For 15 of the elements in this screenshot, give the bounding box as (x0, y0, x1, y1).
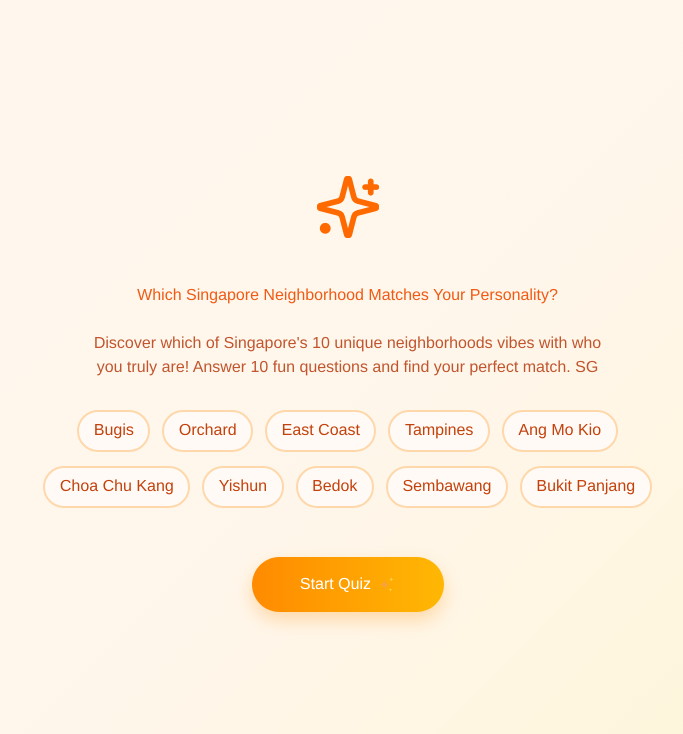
sparkles-icon (377, 576, 396, 594)
neighborhood-tag: Tampines (388, 410, 490, 452)
neighborhood-tag: East Coast (265, 410, 376, 452)
start-quiz-button[interactable]: Start Quiz (252, 557, 444, 612)
quiz-title: Which Singapore Neighborhood Matches Your Personality? (137, 286, 558, 306)
neighborhood-tag: Bukit Panjang (520, 466, 652, 508)
quiz-description: Discover which of Singapore's 10 unique neighborhoods vibes with who you truly are! Answer 10 fun questions and find your perfect match. SG (92, 334, 602, 378)
neighborhood-tag: Ang Mo Kio (502, 410, 618, 452)
neighborhood-tag: Choa Chu Kang (43, 466, 190, 508)
neighborhood-tag: Orchard (162, 410, 254, 452)
neighborhood-tag: Sembawang (386, 466, 508, 508)
sparkles-icon (316, 176, 378, 238)
neighborhood-tag: Bugis (77, 410, 150, 452)
neighborhood-tag: Bedok (296, 466, 374, 508)
neighborhood-tag: Yishun (202, 466, 284, 508)
